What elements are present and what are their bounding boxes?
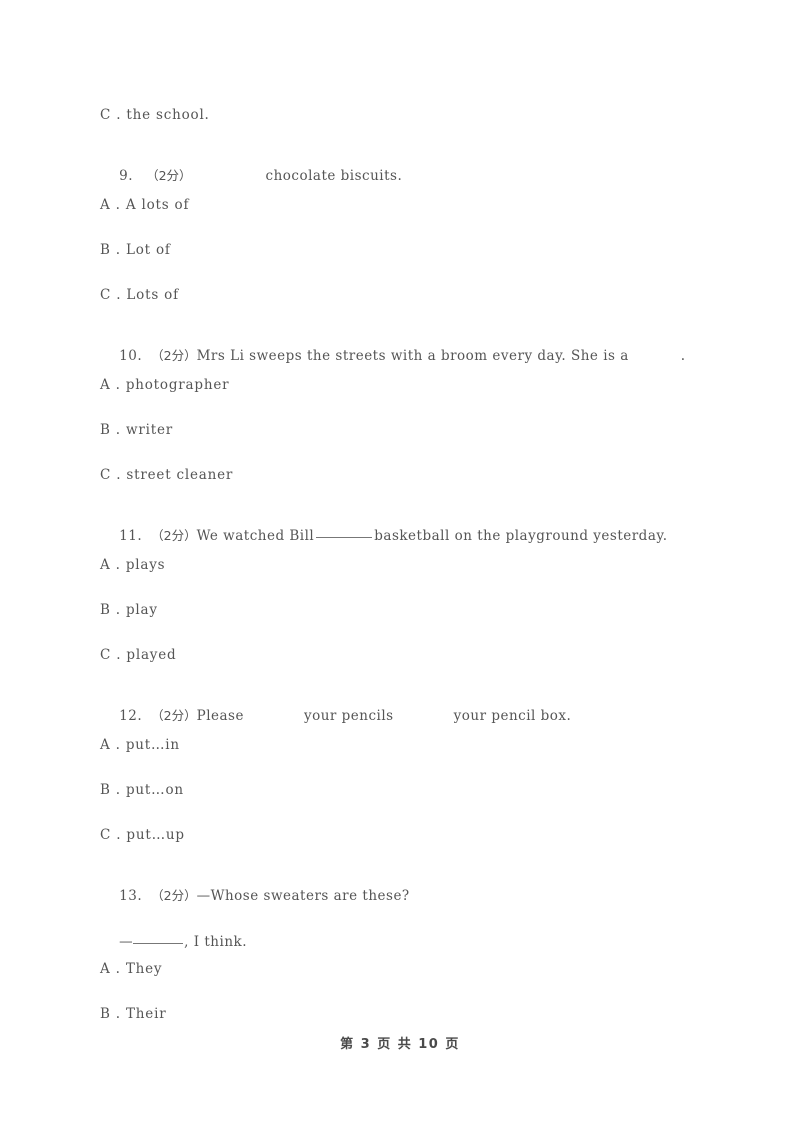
question-number: 11.	[119, 528, 143, 544]
option-item[interactable]: A . put…in	[100, 736, 180, 754]
answer-line-text: , I think.	[184, 934, 247, 950]
question-stem: 10. （2分）Mrs Li sweeps the streets with a …	[100, 329, 686, 383]
option-item[interactable]: B . put…on	[100, 781, 184, 799]
question-number: 10.	[119, 348, 143, 364]
question-stem: 9. （2分） chocolate biscuits.	[100, 149, 402, 203]
question-marks: （2分）	[151, 708, 197, 723]
question-stem: 11. （2分）We watched Bill basketball on the …	[100, 509, 668, 563]
option-item[interactable]: C . street cleaner	[100, 466, 233, 484]
question-text-end: basketball on the playground yesterday.	[374, 528, 668, 544]
dash-prefix: —	[119, 934, 134, 950]
question-text-middle: your pencils	[303, 708, 394, 724]
option-item[interactable]: A . A lots of	[100, 196, 189, 214]
option-item[interactable]: A . photographer	[100, 376, 229, 394]
option-item[interactable]: C . Lots of	[100, 286, 179, 304]
question-marks: （2分）	[151, 888, 197, 903]
answer-blank	[316, 537, 373, 538]
question-text-end: your pencil box.	[453, 708, 572, 724]
question-text: Please	[196, 708, 244, 724]
option-item: C . the school.	[100, 107, 210, 123]
question-number: 9.	[119, 168, 134, 184]
question-text: We watched Bill	[196, 528, 315, 544]
question-text: —Whose sweaters are these?	[196, 888, 410, 904]
question-number: 13.	[119, 888, 143, 904]
question-marks: （2分）	[151, 348, 197, 363]
document-page: C . the school. 9. （2分） chocolate biscuits…	[0, 0, 800, 1132]
option-item[interactable]: C . played	[100, 646, 176, 664]
question-number: 12.	[119, 708, 143, 724]
option-item[interactable]: A . plays	[100, 556, 165, 574]
option-item[interactable]: B . play	[100, 601, 158, 619]
option-item[interactable]: B . Their	[100, 1005, 166, 1023]
question-marks: （2分）	[151, 528, 197, 543]
question-text: chocolate biscuits.	[265, 168, 403, 184]
question-text-end: .	[680, 348, 686, 364]
question-marks: （2分）	[146, 168, 192, 183]
option-item[interactable]: B . writer	[100, 421, 173, 439]
option-item[interactable]: A . They	[100, 960, 162, 978]
page-footer: 第 3 页 共 10 页	[340, 1037, 460, 1052]
question-stem: 12. （2分）Please your pencils your pencil box…	[100, 689, 571, 743]
option-item[interactable]: B . Lot of	[100, 241, 171, 259]
question-text: Mrs Li sweeps the streets with a broom e…	[196, 348, 629, 364]
option-item[interactable]: C . put…up	[100, 826, 185, 844]
answer-blank	[133, 943, 184, 944]
